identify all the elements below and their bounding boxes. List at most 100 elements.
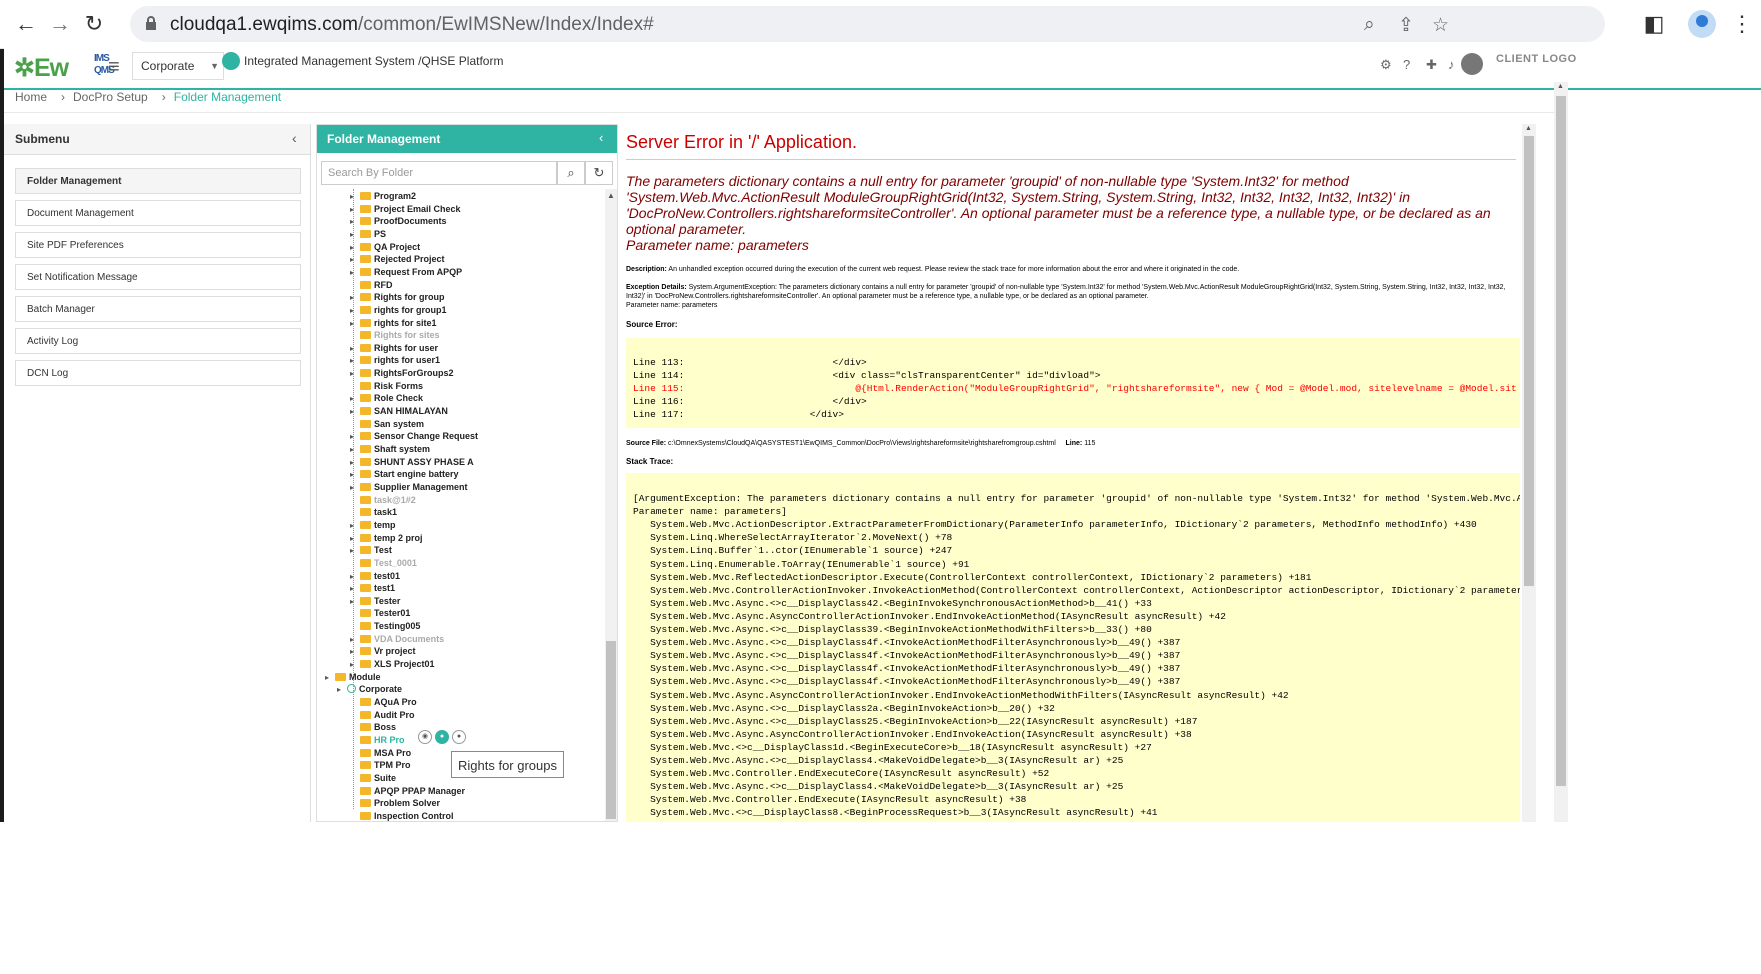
address-bar[interactable]: cloudqa1.ewqims.com/common/EwIMSNew/Inde… <box>130 6 1605 42</box>
tree-node[interactable]: test01 <box>360 571 400 583</box>
submenu-item-site-pdf-preferences[interactable]: Site PDF Preferences <box>15 232 301 258</box>
tree-node[interactable]: Vr project <box>360 646 416 658</box>
tree-node[interactable]: RightsForGroups2 <box>360 368 454 380</box>
reload-icon[interactable]: ↻ <box>80 10 108 38</box>
tree-node[interactable]: test1 <box>360 583 395 595</box>
breadcrumb-home[interactable]: Home <box>15 90 47 104</box>
submenu-item-folder-management[interactable]: Folder Management <box>15 168 301 194</box>
tree-node[interactable]: Boss <box>360 722 396 734</box>
error-scrollbar[interactable]: ▲ <box>1522 124 1536 822</box>
gear-icon[interactable]: ⚙ <box>1380 57 1392 73</box>
view-icon[interactable]: ◉ <box>418 730 432 744</box>
expand-icon[interactable]: ▸ <box>350 217 354 226</box>
tree-node[interactable]: Rights for group <box>360 292 445 304</box>
tree-node[interactable]: PS <box>360 229 386 241</box>
share-icon[interactable]: ⇪ <box>1398 14 1414 37</box>
expand-icon[interactable]: ▸ <box>350 521 354 530</box>
tree-node[interactable]: Risk Forms <box>360 381 423 393</box>
plus-icon[interactable]: ✚ <box>1426 57 1437 73</box>
tree-node[interactable]: Sensor Change Request <box>360 431 478 443</box>
menu-icon[interactable]: ⋮ <box>1728 10 1756 38</box>
tree-node[interactable]: rights for user1 <box>360 355 440 367</box>
tree-node[interactable]: task@1#2 <box>360 495 416 507</box>
tree-node[interactable]: APQP PPAP Manager <box>360 786 465 798</box>
tree-node[interactable]: Request From APQP <box>360 267 462 279</box>
expand-icon[interactable]: ▸ <box>350 192 354 201</box>
expand-icon[interactable]: ▸ <box>350 268 354 277</box>
page-scrollbar-thumb[interactable] <box>1556 96 1566 786</box>
tree-node[interactable]: Rights for user <box>360 343 438 355</box>
tree-node[interactable]: HR Pro <box>360 735 405 747</box>
expand-icon[interactable]: ▸ <box>350 306 354 315</box>
error-scrollbar-thumb[interactable] <box>1524 136 1534 586</box>
tree-node[interactable]: MSA Pro <box>360 748 411 760</box>
corporate-select[interactable]: Corporate ▼ <box>132 52 224 80</box>
submenu-item-activity-log[interactable]: Activity Log <box>15 328 301 354</box>
user-rights-icon[interactable]: ● <box>452 730 466 744</box>
submenu-item-batch-manager[interactable]: Batch Manager <box>15 296 301 322</box>
group-rights-icon[interactable]: ● <box>435 730 449 744</box>
expand-icon[interactable]: ▸ <box>350 458 354 467</box>
search-icon[interactable]: ⌕ <box>557 161 585 185</box>
expand-icon[interactable]: ▸ <box>350 445 354 454</box>
tree-node[interactable]: rights for site1 <box>360 318 437 330</box>
expand-icon[interactable]: ▸ <box>350 394 354 403</box>
tree-node[interactable]: Supplier Management <box>360 482 468 494</box>
expand-icon[interactable]: ▸ <box>350 243 354 252</box>
star-icon[interactable]: ☆ <box>1432 14 1449 37</box>
scroll-up-icon[interactable]: ▲ <box>1557 83 1564 90</box>
bell-icon[interactable]: ♪ <box>1448 57 1455 72</box>
tree-scrollbar-thumb[interactable] <box>606 641 616 819</box>
expand-icon[interactable]: ▸ <box>350 470 354 479</box>
submenu-item-document-management[interactable]: Document Management <box>15 200 301 226</box>
tree-node[interactable]: Corporate <box>347 684 402 696</box>
tree-node[interactable]: QA Project <box>360 242 420 254</box>
tree-node[interactable]: temp <box>360 520 396 532</box>
expand-icon[interactable]: ▸ <box>337 685 341 694</box>
expand-icon[interactable]: ▸ <box>350 660 354 669</box>
tree-node[interactable]: Rights for sites <box>360 330 440 342</box>
breadcrumb-docpro-setup[interactable]: DocPro Setup <box>73 90 148 104</box>
submenu-item-set-notification-message[interactable]: Set Notification Message <box>15 264 301 290</box>
expand-icon[interactable]: ▸ <box>350 483 354 492</box>
sidebar-icon[interactable]: ◧ <box>1640 10 1668 38</box>
expand-icon[interactable]: ▸ <box>350 319 354 328</box>
expand-icon[interactable]: ▸ <box>350 369 354 378</box>
expand-icon[interactable]: ▸ <box>325 673 329 682</box>
expand-icon[interactable]: ▸ <box>350 344 354 353</box>
tree-node[interactable]: San system <box>360 419 424 431</box>
tree-node[interactable]: Role Check <box>360 393 423 405</box>
tree-scrollbar[interactable]: ▲ <box>605 189 617 821</box>
zoom-icon[interactable]: ⌕ <box>1364 14 1375 36</box>
expand-icon[interactable]: ▸ <box>350 635 354 644</box>
submenu-item-dcn-log[interactable]: DCN Log <box>15 360 301 386</box>
tree-node[interactable]: Shaft system <box>360 444 430 456</box>
tree-node[interactable]: Program2 <box>360 191 416 203</box>
tree-node[interactable]: Suite <box>360 773 396 785</box>
tree-node[interactable]: VDA Documents <box>360 634 444 646</box>
expand-icon[interactable]: ▸ <box>350 407 354 416</box>
tree-node[interactable]: Audit Pro <box>360 710 415 722</box>
tree-node[interactable]: RFD <box>360 280 393 292</box>
expand-icon[interactable]: ▸ <box>350 230 354 239</box>
page-scrollbar[interactable]: ▲ <box>1554 82 1568 822</box>
tree-node[interactable]: Problem Solver <box>360 798 440 810</box>
scroll-up-icon[interactable]: ▲ <box>607 191 615 200</box>
forward-icon[interactable]: → <box>46 10 74 38</box>
collapse-icon[interactable]: ‹ <box>292 130 297 146</box>
expand-icon[interactable]: ▸ <box>350 255 354 264</box>
tree-node[interactable]: AQuA Pro <box>360 697 417 709</box>
collapse-icon[interactable]: ‹ <box>599 130 603 145</box>
tree-node[interactable]: SHUNT ASSY PHASE A <box>360 457 474 469</box>
expand-icon[interactable]: ▸ <box>350 647 354 656</box>
profile-icon[interactable] <box>1688 10 1716 38</box>
tree-node[interactable]: Test <box>360 545 392 557</box>
expand-icon[interactable]: ▸ <box>350 356 354 365</box>
tree-node[interactable]: Inspection Control <box>360 811 454 821</box>
tree-node[interactable]: TPM Pro <box>360 760 411 772</box>
tree-node[interactable]: Module <box>335 672 381 684</box>
tree-node[interactable]: SAN HIMALAYAN <box>360 406 448 418</box>
expand-icon[interactable]: ▸ <box>350 205 354 214</box>
app-logo[interactable]: ✲Ew IMS QMS <box>14 53 115 83</box>
expand-icon[interactable]: ▸ <box>350 584 354 593</box>
